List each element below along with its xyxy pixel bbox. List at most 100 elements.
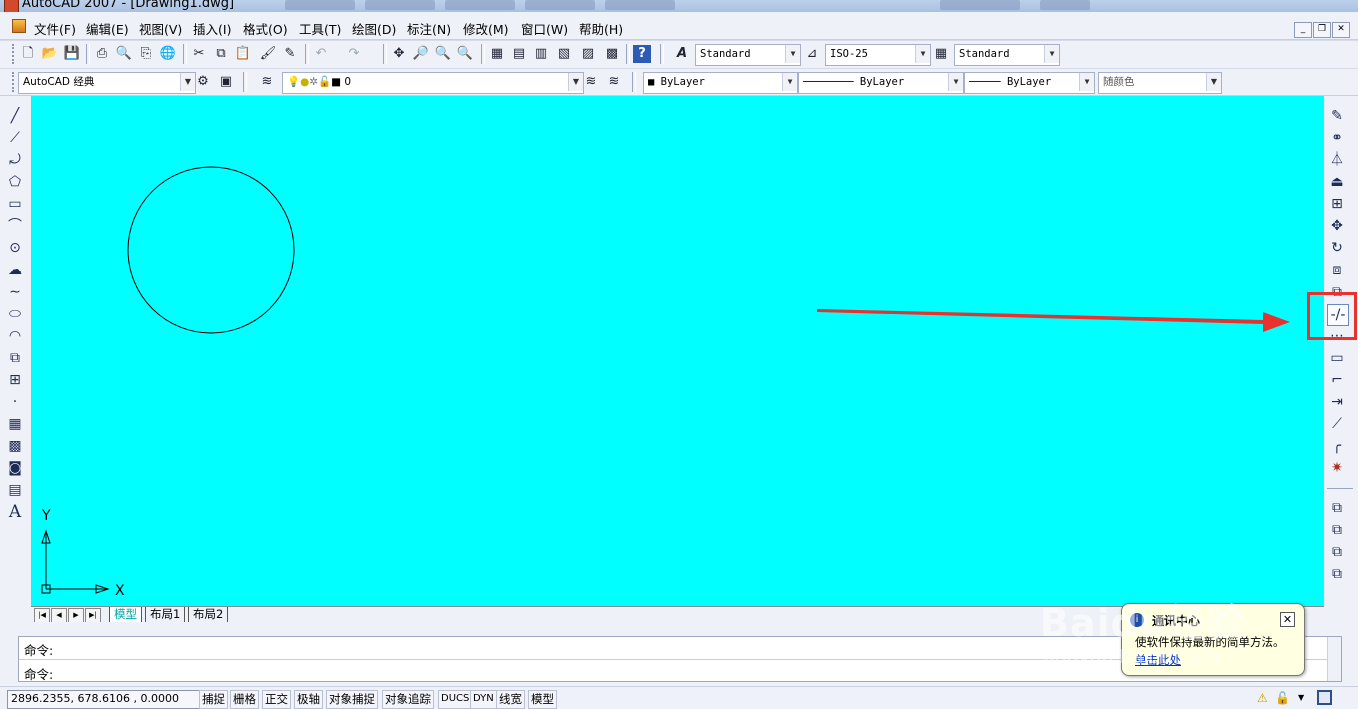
redo-icon[interactable]: ↷ bbox=[345, 45, 363, 63]
toggle-lineweight[interactable]: 线宽 bbox=[496, 690, 525, 709]
match-properties-icon[interactable]: 🖌 bbox=[259, 45, 277, 63]
dim-style-icon[interactable]: ⊿ bbox=[803, 45, 821, 63]
cut-icon[interactable]: ✂ bbox=[190, 45, 208, 63]
warning-icon[interactable]: ⚠ bbox=[1257, 691, 1271, 705]
hatch-icon[interactable]: ▦ bbox=[5, 414, 25, 434]
toggle-polar[interactable]: 极轴 bbox=[294, 690, 323, 709]
toolbar-grip[interactable] bbox=[12, 72, 17, 92]
make-block-icon[interactable]: ⊞ bbox=[5, 370, 25, 390]
clean-screen-icon[interactable] bbox=[1317, 690, 1332, 705]
toggle-osnap[interactable]: 对象捕捉 bbox=[326, 690, 378, 709]
chevron-down-icon[interactable]: ▼ bbox=[1079, 73, 1094, 91]
menu-dimension[interactable]: 标注(N) bbox=[407, 19, 451, 38]
chevron-down-icon[interactable]: ▼ bbox=[915, 45, 930, 63]
quickcalc-icon[interactable]: ▩ bbox=[603, 45, 621, 63]
document-icon[interactable] bbox=[12, 19, 26, 33]
toggle-grid[interactable]: 栅格 bbox=[230, 690, 259, 709]
last-tab-icon[interactable]: ▶| bbox=[85, 608, 101, 623]
linetype-select[interactable]: ──────── ByLayer ▼ bbox=[798, 72, 964, 94]
layer-previous-icon[interactable]: ≋ bbox=[605, 73, 623, 91]
menu-modify[interactable]: 修改(M) bbox=[463, 19, 509, 38]
sheet-set-icon[interactable]: ▧ bbox=[555, 45, 573, 63]
draw-order-front-icon[interactable]: ⧉ bbox=[1327, 498, 1347, 518]
prev-tab-icon[interactable]: ◀ bbox=[51, 608, 67, 623]
insert-block-icon[interactable]: ⧉ bbox=[5, 348, 25, 368]
close-icon[interactable]: ✕ bbox=[1280, 612, 1295, 627]
menu-draw[interactable]: 绘图(D) bbox=[352, 19, 396, 38]
plot-icon[interactable]: ⎙ bbox=[93, 45, 111, 63]
offset-icon[interactable]: ⏏ bbox=[1327, 172, 1347, 192]
draw-order-back-icon[interactable]: ⧉ bbox=[1327, 520, 1347, 540]
plot-preview-icon[interactable]: 🔍 bbox=[115, 45, 133, 63]
revision-cloud-icon[interactable]: ☁ bbox=[5, 260, 25, 280]
layer-manager-icon[interactable]: ≋ bbox=[258, 73, 276, 91]
save-workspace-icon[interactable]: ▣ bbox=[217, 73, 235, 91]
join-icon[interactable]: ⇥ bbox=[1327, 392, 1347, 412]
help-icon[interactable]: ? bbox=[633, 45, 651, 63]
menu-format[interactable]: 格式(O) bbox=[243, 19, 288, 38]
toggle-ducs[interactable]: DUCS bbox=[438, 690, 473, 709]
chevron-down-icon[interactable]: ▼ bbox=[785, 45, 800, 63]
make-layer-current-icon[interactable]: ≋ bbox=[582, 73, 600, 91]
close-doc-button[interactable]: ✕ bbox=[1332, 22, 1350, 38]
zoom-window-icon[interactable]: 🔍 bbox=[434, 45, 452, 63]
command-scrollbar[interactable] bbox=[1327, 637, 1341, 681]
chevron-down-icon[interactable]: ▼ bbox=[180, 73, 195, 91]
rectangle-icon[interactable]: ▭ bbox=[5, 194, 25, 214]
paste-icon[interactable]: 📋 bbox=[234, 45, 252, 63]
lock-toolbar-icon[interactable]: 🔓 bbox=[1275, 691, 1290, 705]
communication-center-balloon[interactable]: i 通讯中心 ✕ 使软件保持最新的简单方法。 单击此处 bbox=[1121, 603, 1305, 676]
table-style-select[interactable]: Standard ▼ bbox=[954, 44, 1060, 66]
draw-order-under-icon[interactable]: ⧉ bbox=[1327, 564, 1347, 584]
color-select[interactable]: ■ ByLayer ▼ bbox=[643, 72, 798, 94]
move-icon[interactable]: ✥ bbox=[1327, 216, 1347, 236]
publish-icon[interactable]: ⎘ bbox=[137, 45, 155, 63]
pan-icon[interactable]: ✥ bbox=[390, 45, 408, 63]
toggle-snap[interactable]: 捕捉 bbox=[199, 690, 228, 709]
balloon-link[interactable]: 单击此处 bbox=[1135, 652, 1181, 668]
menu-help[interactable]: 帮助(H) bbox=[579, 19, 623, 38]
polygon-icon[interactable]: ⬠ bbox=[5, 172, 25, 192]
copy-object-icon[interactable]: ⚭ bbox=[1327, 128, 1347, 148]
text-style-select[interactable]: Standard ▼ bbox=[695, 44, 801, 66]
new-icon[interactable]: 🗋 bbox=[19, 45, 37, 63]
explode-icon[interactable]: ✷ bbox=[1327, 458, 1347, 478]
workspace-select[interactable]: AutoCAD 经典 ▼ bbox=[18, 72, 196, 94]
array-icon[interactable]: ⊞ bbox=[1327, 194, 1347, 214]
menu-view[interactable]: 视图(V) bbox=[139, 19, 182, 38]
undo-icon[interactable]: ↶ bbox=[312, 45, 330, 63]
tool-palettes-icon[interactable]: ▥ bbox=[532, 45, 550, 63]
chevron-down-icon[interactable]: ▼ bbox=[568, 73, 583, 91]
command-prompt[interactable]: 命令: bbox=[24, 664, 53, 683]
block-editor-icon[interactable]: ✎ bbox=[281, 45, 299, 63]
text-style-icon[interactable]: A bbox=[673, 45, 691, 63]
ellipse-arc-icon[interactable]: ◠ bbox=[5, 326, 25, 346]
menu-window[interactable]: 窗口(W) bbox=[521, 19, 568, 38]
plot-style-select[interactable]: 随颜色 ▼ bbox=[1098, 72, 1222, 94]
chevron-down-icon[interactable]: ▼ bbox=[1044, 45, 1059, 63]
break-icon[interactable]: ⌐ bbox=[1327, 370, 1347, 390]
toggle-model[interactable]: 模型 bbox=[528, 690, 557, 709]
restore-doc-button[interactable]: ❐ bbox=[1313, 22, 1331, 38]
zoom-previous-icon[interactable]: 🔍 bbox=[456, 45, 474, 63]
menu-tools[interactable]: 工具(T) bbox=[299, 19, 341, 38]
toolbar-grip[interactable] bbox=[12, 44, 17, 64]
rotate-icon[interactable]: ↻ bbox=[1327, 238, 1347, 258]
open-icon[interactable]: 📂 bbox=[41, 45, 59, 63]
region-icon[interactable]: ◙ bbox=[5, 458, 25, 478]
multiline-text-icon[interactable]: A bbox=[5, 502, 25, 522]
chamfer-icon[interactable]: ⟋ bbox=[1327, 414, 1347, 434]
fillet-icon[interactable]: ╭ bbox=[1327, 436, 1347, 456]
mirror-icon[interactable]: ⏃ bbox=[1327, 150, 1347, 170]
spline-icon[interactable]: ∼ bbox=[5, 282, 25, 302]
properties-icon[interactable]: ▦ bbox=[488, 45, 506, 63]
save-icon[interactable]: 💾 bbox=[63, 45, 81, 63]
markup-icon[interactable]: ▨ bbox=[579, 45, 597, 63]
construction-line-icon[interactable]: ⟋ bbox=[5, 128, 25, 148]
next-tab-icon[interactable]: ▶ bbox=[68, 608, 84, 623]
line-icon[interactable]: ╱ bbox=[5, 106, 25, 126]
zoom-realtime-icon[interactable]: 🔎 bbox=[412, 45, 430, 63]
drawn-circle[interactable] bbox=[127, 166, 295, 334]
layer-select[interactable]: 💡●✲🔓■ 0 ▼ bbox=[282, 72, 584, 94]
dim-style-select[interactable]: ISO-25 ▼ bbox=[825, 44, 931, 66]
